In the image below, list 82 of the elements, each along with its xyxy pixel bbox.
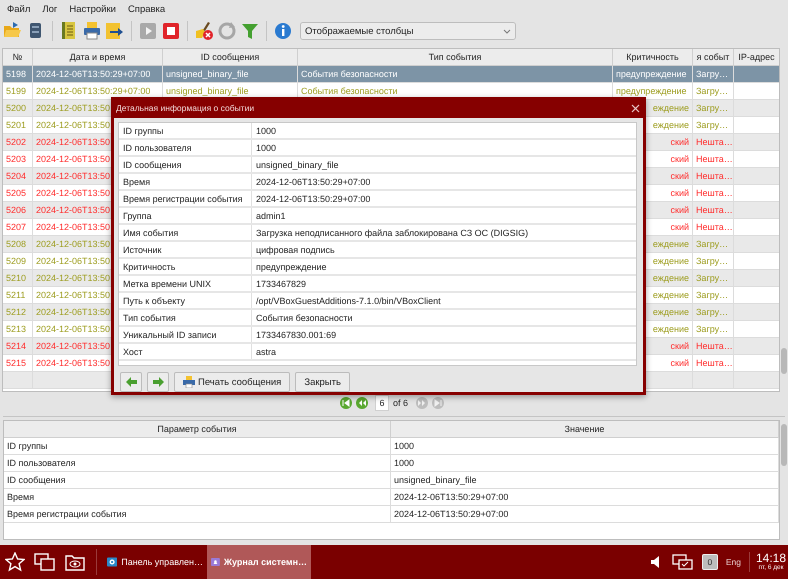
field-label: ID пользователя — [119, 140, 252, 155]
field-value: /opt/VBoxGuestAdditions-7.1.0/bin/VBoxClient — [255, 294, 442, 308]
field-label: ID сообщения — [119, 157, 252, 172]
page-field[interactable]: 6 — [374, 395, 389, 411]
field-value: astra — [255, 346, 278, 358]
previous-page-icon[interactable] — [356, 397, 368, 409]
export-icon[interactable] — [105, 21, 125, 41]
forward-button[interactable] — [147, 372, 169, 392]
field-label: Время — [119, 174, 252, 189]
printer-icon[interactable] — [82, 21, 102, 41]
menu-item[interactable]: Файл — [1, 4, 36, 14]
windows-icon[interactable] — [34, 552, 56, 572]
field-label: Тип события — [119, 310, 252, 325]
dropdown-value: Отображаемые столбцы — [305, 26, 414, 36]
table-cell: 1000 — [391, 438, 779, 455]
scroll-thumb[interactable] — [781, 348, 787, 374]
keyboard-layout[interactable]: Eng — [726, 557, 741, 567]
taskbar-button[interactable]: Журнал системн… — [207, 545, 311, 579]
broom-icon[interactable] — [194, 21, 214, 41]
page-count: of 6 — [392, 398, 408, 408]
close-button[interactable]: Закрыть — [295, 372, 350, 392]
menu-item[interactable]: Лог — [36, 4, 64, 14]
table-cell: ID сообщения — [4, 472, 391, 489]
field-label: ID группы — [119, 123, 252, 138]
column-header[interactable]: я событ — [693, 49, 734, 66]
field-value: Загрузка неподписанного файла заблокирована СЗ ОС (DIGSIG) — [255, 226, 530, 240]
network-icon[interactable] — [672, 554, 694, 570]
field-label: Имя события — [119, 225, 252, 240]
field-value: 1733467830.001:69 — [255, 328, 338, 342]
filter-icon[interactable] — [240, 21, 260, 41]
arrow-left-icon — [124, 376, 138, 388]
column-header[interactable]: Критичность — [613, 49, 693, 66]
back-button[interactable] — [120, 372, 142, 392]
table-cell: 2024-12-06T13:50:29+07:00 — [391, 489, 779, 506]
printer-icon — [183, 376, 195, 388]
columns-dropdown[interactable]: Отображаемые столбцы — [300, 22, 516, 40]
field-value: 1000 — [255, 124, 278, 138]
menu-item[interactable]: Справка — [122, 4, 172, 14]
arrow-right-icon — [152, 376, 164, 388]
field-label: Путь к объекту — [119, 293, 252, 308]
info-icon[interactable] — [273, 21, 293, 41]
table-cell: 2024-12-06T13:50:29+07:00 — [391, 506, 779, 523]
taskbar-button[interactable]: Панель управлен… — [103, 545, 207, 579]
field-value: admin1 — [255, 210, 287, 222]
field-label: Источник — [119, 242, 252, 257]
scroll-thumb[interactable] — [781, 424, 787, 466]
field-value: цифровая подпись — [255, 244, 336, 257]
field-value: События безопасности — [255, 312, 354, 324]
column-header[interactable]: Параметр события — [4, 421, 391, 438]
column-header[interactable]: № — [3, 49, 33, 66]
field-label: Хост — [119, 344, 252, 359]
first-page-icon[interactable] — [340, 397, 352, 409]
field-value: 1000 — [255, 142, 278, 154]
table-cell: Время — [4, 489, 391, 506]
field-label: Уникальный ID записи — [119, 327, 252, 342]
field-label: Метка времени UNIX — [119, 276, 252, 291]
table-cell: 1000 — [391, 455, 779, 472]
table-cell: ID пользователя — [4, 455, 391, 472]
star-icon[interactable] — [5, 552, 25, 572]
stop-icon[interactable] — [161, 21, 181, 41]
print-button[interactable]: Печать сообщения — [174, 372, 290, 392]
field-value: предупреждение — [255, 260, 328, 274]
field-value: 1733467829 — [255, 278, 308, 290]
field-value: 2024-12-06T13:50:29+07:00 — [255, 192, 372, 206]
column-header[interactable]: Дата и время — [33, 49, 163, 66]
close-icon[interactable] — [631, 104, 640, 112]
chevron-down-icon — [503, 28, 511, 34]
field-label: Время регистрации события — [119, 191, 252, 206]
clock-time[interactable]: 14:18 — [756, 552, 786, 564]
field-label: Критичность — [119, 259, 252, 274]
menu-item[interactable]: Настройки — [63, 4, 122, 14]
column-header[interactable]: Значение — [391, 421, 779, 438]
column-header[interactable]: IP-адрес — [734, 49, 779, 66]
notification-badge[interactable]: 0 — [702, 554, 718, 570]
table-cell: Время регистрации события — [4, 506, 391, 523]
table-cell: unsigned_binary_file — [391, 472, 779, 489]
field-label: Группа — [119, 208, 252, 223]
field-value: unsigned_binary_file — [255, 158, 340, 172]
column-header[interactable]: Тип события — [298, 49, 613, 66]
field-value: 2024-12-06T13:50:29+07:00 — [255, 176, 372, 188]
column-header[interactable]: ID сообщения — [163, 49, 298, 66]
table-cell: ID группы — [4, 438, 391, 455]
